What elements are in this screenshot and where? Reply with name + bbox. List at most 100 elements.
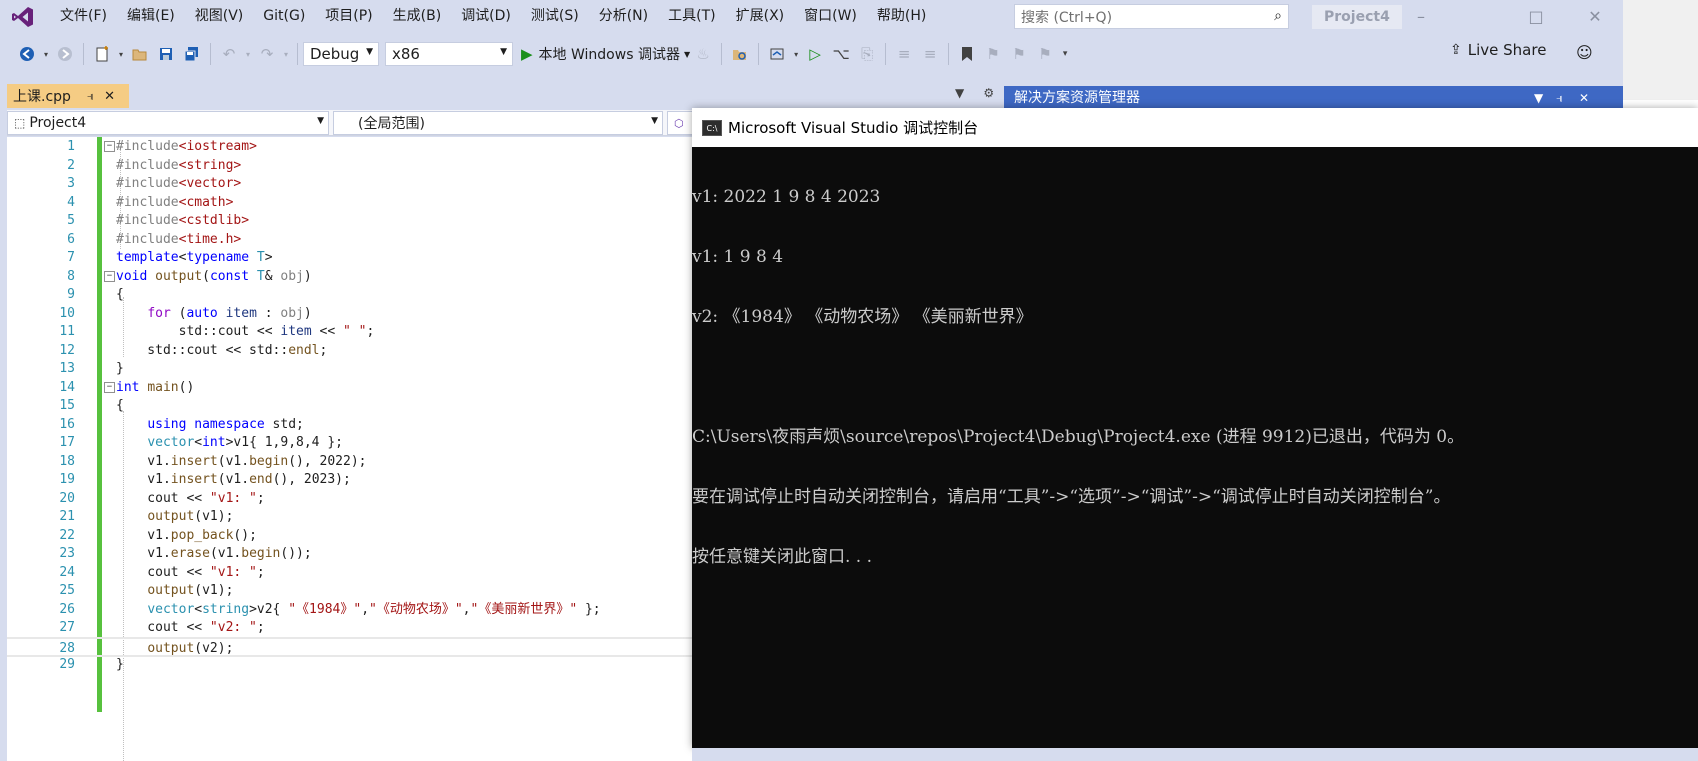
undo-icon[interactable]: ↶ [218,43,240,65]
line-number: 18 [59,453,75,469]
collapse-icon[interactable]: − [104,270,115,282]
gear-icon[interactable]: ⚙ [983,86,994,100]
menu-window[interactable]: 窗口(W) [794,0,867,33]
next-bookmark-icon[interactable]: ⚑ [1008,43,1030,65]
menu-project[interactable]: 项目(P) [315,0,382,33]
pin-icon[interactable]: ⫣ [1556,86,1563,110]
line-number: 6 [67,231,75,247]
close-icon[interactable]: ✕ [1579,86,1589,110]
step-icon[interactable]: ⌥ [830,43,852,65]
code-text: } [116,657,124,672]
search-icon[interactable]: ⌕ [1274,8,1282,24]
open-file-icon[interactable] [129,43,151,65]
member-icon: ⬡ [674,116,684,130]
line-number: 8 [67,268,75,284]
menu-build[interactable]: 生成(B) [383,0,452,33]
code-text: vector<int>v1{ 1,9,8,4 }; [147,435,343,450]
tab-label: 上课.cpp [13,89,71,105]
code-text: cout << "v2: "; [116,620,265,635]
chevron-down-icon[interactable]: ▼ [684,50,690,59]
menu-file[interactable]: 文件(F) [50,0,117,33]
live-share-button[interactable]: ⇪ Live Share [1450,41,1546,59]
hot-reload-icon[interactable]: ♨ [692,43,714,65]
console-title-bar: C:\ Microsoft Visual Studio 调试控制台 [692,108,1698,147]
menu-git[interactable]: Git(G) [253,0,315,33]
toolbar-overflow-icon[interactable]: ▾ [1060,43,1070,65]
line-number: 17 [59,435,75,450]
dropdown-arrow-icon[interactable]: ▾ [244,43,252,65]
title-bar: 文件(F) 编辑(E) 视图(V) Git(G) 项目(P) 生成(B) 调试(… [0,0,1623,33]
line-number: 4 [67,194,75,210]
visual-studio-logo-icon[interactable] [10,4,36,30]
feedback-person-icon[interactable]: ☺ [1576,43,1593,62]
code-text: v1.erase(v1.begin()); [116,546,312,561]
document-tab-well: 上课.cpp ⫣ ✕ [0,82,965,108]
line-number: 22 [59,527,75,543]
code-text: std::cout << item << " "; [116,324,375,339]
menu-debug[interactable]: 调试(D) [451,0,521,33]
close-icon[interactable]: ✕ [104,89,115,104]
start-debugging-button[interactable]: ▶ 本地 Windows 调试器 ▼ [521,44,690,64]
save-icon[interactable] [155,43,177,65]
menu-bar: 文件(F) 编辑(E) 视图(V) Git(G) 项目(P) 生成(B) 调试(… [50,0,936,33]
console-app-icon: C:\ [702,119,722,136]
dropdown-arrow-icon[interactable]: ▾ [42,43,50,65]
dropdown-arrow-icon[interactable]: ▾ [282,43,290,65]
line-number: 19 [59,472,75,487]
menu-tools[interactable]: 工具(T) [658,0,725,33]
maximize-button[interactable]: □ [1513,0,1559,33]
line-number: 24 [59,564,75,580]
scope-select[interactable]: (全局范围) ▼ [333,111,663,135]
debug-console-window[interactable]: C:\ Microsoft Visual Studio 调试控制台 v1: 20… [692,108,1698,748]
menu-edit[interactable]: 编辑(E) [117,0,185,33]
navigate-back-icon[interactable] [16,43,38,65]
new-project-icon[interactable] [91,43,113,65]
chevron-down-icon[interactable]: ▼ [955,86,964,100]
dropdown-arrow-icon[interactable]: ▾ [792,43,800,65]
start-without-debugging-icon[interactable]: ▷ [804,43,826,65]
close-window-button[interactable]: ✕ [1572,0,1618,33]
home-icon[interactable] [766,43,788,65]
chevron-down-icon[interactable]: ▼ [1534,86,1543,110]
code-text: { [116,398,124,413]
save-all-icon[interactable] [181,43,203,65]
collapse-icon[interactable]: − [104,141,115,152]
dropdown-arrow-icon[interactable]: ▾ [117,43,125,65]
code-text: #include<time.h> [116,231,242,247]
project-name-badge: Project4 [1312,5,1402,29]
tab-source-file[interactable]: 上课.cpp ⫣ ✕ [7,84,129,108]
menu-help[interactable]: 帮助(H) [867,0,936,33]
search-input[interactable]: 搜索 (Ctrl+Q) ⌕ [1014,4,1289,29]
line-number: 9 [67,287,75,302]
chevron-down-icon: ▼ [366,47,373,57]
share-icon: ⇪ [1450,42,1462,58]
menu-extensions[interactable]: 扩展(X) [726,0,795,33]
solution-platform-select[interactable]: x86 ▼ [385,42,513,66]
minimize-button[interactable]: – [1398,0,1444,33]
menu-view[interactable]: 视图(V) [185,0,254,33]
taskbar-strip [692,748,1698,761]
menu-test[interactable]: 测试(S) [521,0,589,33]
navigate-forward-icon[interactable] [54,43,76,65]
find-in-files-icon[interactable] [729,43,751,65]
line-number: 7 [67,250,75,265]
project-select[interactable]: ⬚ Project4 ▼ [7,111,329,135]
step-over-icon[interactable]: ⎘ [856,43,878,65]
pin-icon[interactable]: ⫣ [87,89,94,104]
code-text: output(v1); [147,583,234,598]
indent-icon[interactable]: ≡ [919,43,941,65]
code-text: { [116,287,124,302]
solution-configuration-select[interactable]: Debug ▼ [303,42,379,66]
redo-icon[interactable]: ↷ [256,43,278,65]
previous-bookmark-icon[interactable]: ⚑ [982,43,1004,65]
bookmark-icon[interactable] [956,43,978,65]
code-text: using namespace std; [147,416,304,432]
solution-explorer-title: 解决方案资源管理器 [1014,90,1140,106]
code-text: void output(const T& obj) [116,268,312,284]
code-text: #include<vector> [116,176,242,191]
menu-analyze[interactable]: 分析(N) [589,0,658,33]
collapse-icon[interactable]: − [104,381,115,393]
outdent-icon[interactable]: ≡ [893,43,915,65]
clear-bookmarks-icon[interactable]: ⚑ [1034,43,1056,65]
